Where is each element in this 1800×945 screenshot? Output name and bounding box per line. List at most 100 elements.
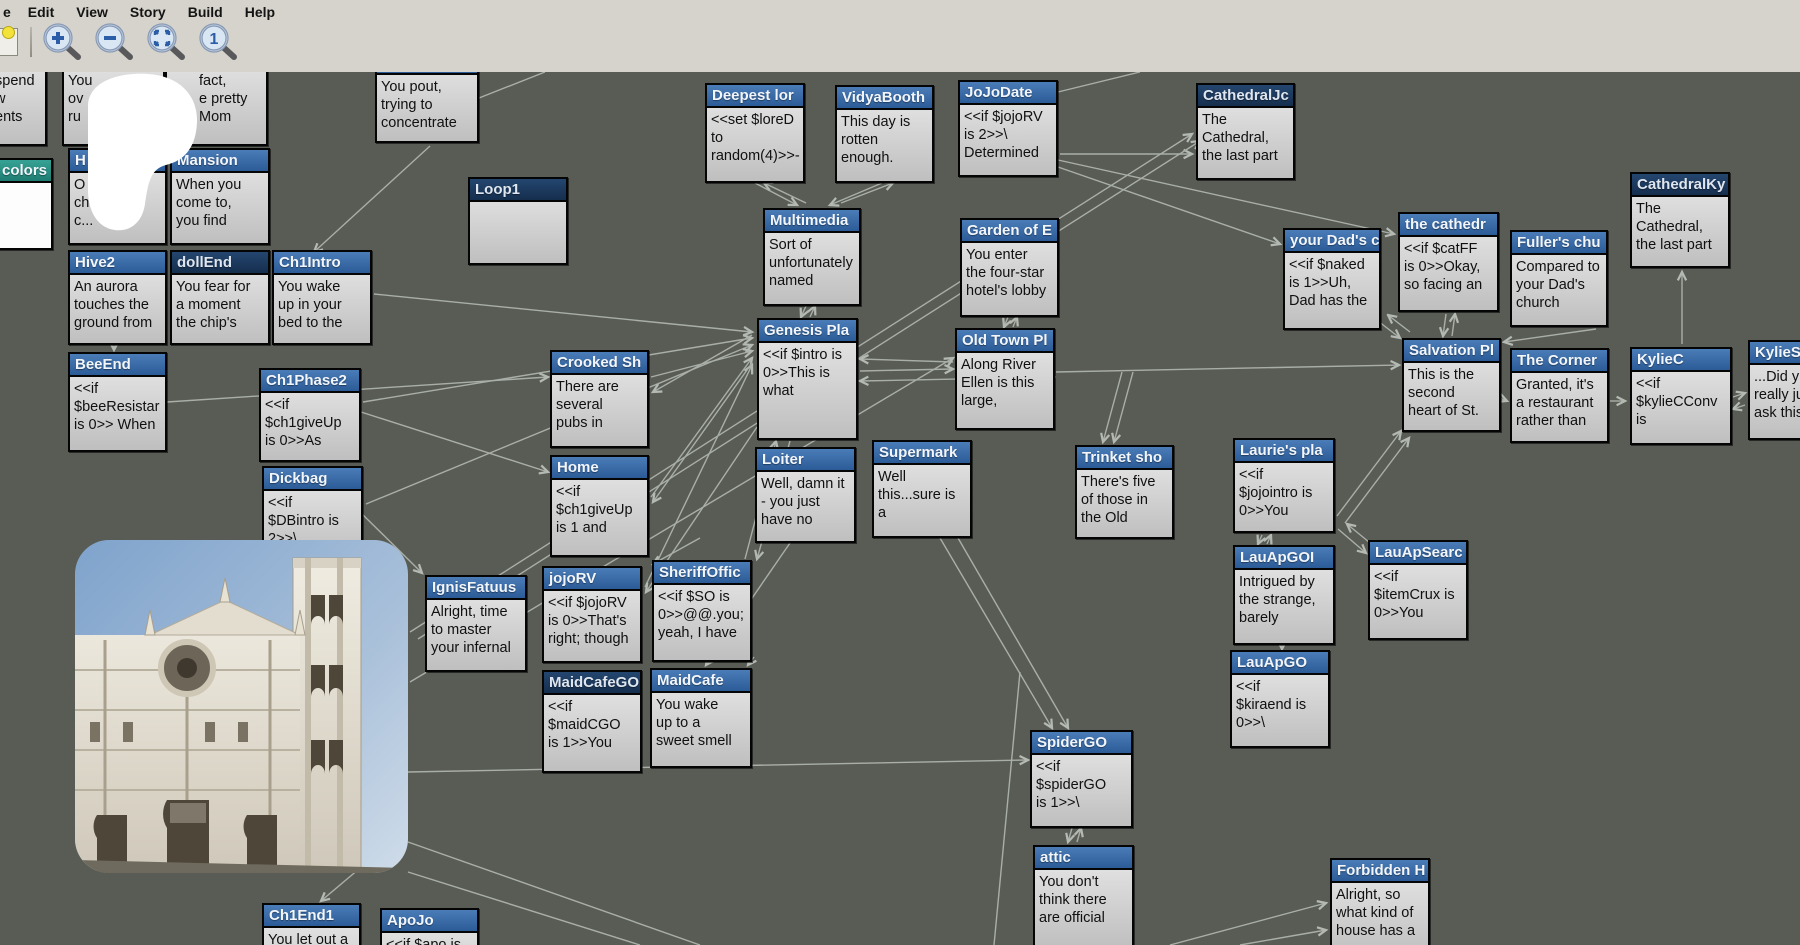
zoom-out-button[interactable] [94,22,138,62]
passage-excerpt: <<if $jojoRV is 0>>That's right; though [544,591,640,651]
menu-edit[interactable]: Edit [17,2,65,20]
passage-attic[interactable]: atticYou don't think there are official [1033,845,1134,945]
passage-genesis-pla[interactable]: Genesis Pla<<if $intro is 0>>This is wha… [757,318,858,440]
passage-untitled[interactable]: spend w ents [0,72,47,146]
passage-maidcafe[interactable]: MaidCafeYou wake up to a sweet smell [650,668,752,768]
passage-excerpt: spend w ents [0,72,45,129]
menu-story[interactable]: Story [119,2,177,20]
passage-the-corner[interactable]: The CornerGranted, it's a restaurant rat… [1510,348,1609,443]
passage-excerpt: You ov ru [64,72,163,129]
passage-excerpt: O ch c... [70,173,165,233]
passage-lauapgoi[interactable]: LauApGOIIntrigued by the strange, barely [1233,545,1335,645]
passage-spidergo[interactable]: SpiderGO<<if $spiderGO is 1>>\ [1030,730,1133,828]
passage-garden-of-e[interactable]: Garden of EYou enter the four-star hotel… [960,218,1059,317]
menu-build[interactable]: Build [177,2,234,20]
passage-vidyabooth[interactable]: VidyaBoothThis day is rotten enough. [835,85,934,183]
passage-excerpt: <<if $ch1giveUp is 0>>As [261,393,359,453]
passage-title: BeeEnd [70,354,165,377]
passage-excerpt: <<set $loreD to random(4)>>- [707,108,803,168]
passage-lauapgo[interactable]: LauApGO<<if $kiraend is 0>>\ [1230,650,1330,748]
passage-home[interactable]: Home<<if $ch1giveUp is 1 and [550,455,649,557]
passage-title: IgnisFatuus [427,577,525,600]
passage-deepest-lor[interactable]: Deepest lor<<set $loreD to random(4)>>- [705,83,805,183]
passage-h[interactable]: HO ch c... [68,148,167,245]
passage-crooked-sh[interactable]: Crooked ShThere are several pubs in [550,350,649,448]
passage-link-arrow [1733,405,1745,409]
passage-link-arrow [1338,529,1366,553]
passage-maidcafego[interactable]: MaidCafeGO<<if $maidCGO is 1>>You [542,670,642,773]
passage-title: Deepest lor [707,85,803,108]
passage-ch1intro[interactable]: Ch1IntroYou wake up in your bed to the [272,250,372,345]
passage-title: ApoJo [382,910,477,933]
passage-excerpt: This day is rotten enough. [837,110,932,170]
passage-jojorv[interactable]: jojoRV<<if $jojoRV is 0>>That's right; t… [542,566,642,663]
passage-excerpt: fact, e pretty Mom [167,72,266,129]
passage-excerpt: Granted, it's a restaurant rather than [1512,373,1607,433]
passage-apojo[interactable]: ApoJo<<if $apo is [380,908,479,945]
passage-link-arrow [1733,393,1745,397]
passage-excerpt: You let out a [264,928,359,945]
passage-link-arrow [1258,535,1262,544]
menu-help[interactable]: Help [234,2,286,20]
passage-jojodate[interactable]: JoJoDate<<if $jojoRV is 2>>\ Determined [958,80,1058,177]
zoom-fit-button[interactable] [146,22,190,62]
zoom-original-button[interactable]: 1 [198,22,242,62]
passage-title: Salvation Pl [1404,340,1499,363]
passage-title: Loiter [757,449,854,472]
passage-title: Crooked Sh [552,352,647,375]
passage-link-arrow [1378,321,1400,338]
passage-link-arrow [1345,438,1409,523]
passage-hive2[interactable]: Hive2An aurora touches the ground from [68,250,167,345]
passage-laurie-s-pla[interactable]: Laurie's pla<<if $jojointro is 0>>You [1233,438,1335,533]
menu-e[interactable]: e [0,2,17,20]
passage-loop1[interactable]: Loop1 [468,177,568,265]
window-chrome: eEditViewStoryBuildHelp 1 [0,0,1800,72]
passage-fuller-s-chu[interactable]: Fuller's chuCompared to your Dad's churc… [1510,230,1608,327]
passage-untitled[interactable]: You pout, trying to concentrate [375,72,479,143]
passage-title: Old Town Pl [957,330,1053,353]
passage-your-dad-s-c[interactable]: your Dad's c<<if $naked is 1>>Uh, Dad ha… [1283,228,1381,330]
passage-kyliec[interactable]: KylieC<<if $kylieCConv is [1630,347,1732,445]
passage-supermark[interactable]: SupermarkWell this...sure is a [872,440,972,538]
passage-title: Loop1 [470,179,566,202]
passage-excerpt: When you come to, you find [172,173,268,233]
passage-title: colors [0,160,51,183]
menu-view[interactable]: View [65,2,119,20]
passage-loiter[interactable]: LoiterWell, damn it - you just have no [755,447,856,543]
passage-title: dollEnd [172,252,268,275]
passage-title: SheriffOffic [654,562,750,585]
passage-link-arrow [645,365,752,587]
passage-ignisfatuus[interactable]: IgnisFatuusAlright, time to master your … [425,575,527,672]
passage-forbidden-h[interactable]: Forbidden HAlright, so what kind of hous… [1330,858,1430,945]
passage-cathedralky[interactable]: CathedralKyThe Cathedral, the last part [1630,172,1730,268]
passage-trinket-sho[interactable]: Trinket shoThere's five of those in the … [1075,445,1174,539]
passage-excerpt: <<if $catFF is 0>>Okay, so facing an [1400,237,1497,297]
passage-ch1end1[interactable]: Ch1End1You let out a [262,903,361,945]
passage-beeend[interactable]: BeeEnd<<if $beeResistar is 0>> When [68,352,167,452]
passage-old-town-pl[interactable]: Old Town PlAlong River Ellen is this lar… [955,328,1055,430]
passage-cathedraljc[interactable]: CathedralJcThe Cathedral, the last part [1196,83,1295,180]
story-map-canvas[interactable]: spend w ents colors You ov rufact, e prett… [0,72,1800,945]
new-passage-icon[interactable] [0,28,18,56]
passage-lauapsearc[interactable]: LauApSearc<<if $itemCrux is 0>>You [1368,540,1468,640]
passage-colors[interactable]: colors [0,158,53,250]
passage-mansion[interactable]: MansionWhen you come to, you find [170,148,270,245]
passage-the-cathedr[interactable]: the cathedr<<if $catFF is 0>>Okay, so fa… [1398,212,1499,312]
passage-excerpt: <<if $SO is 0>>@@.you; yeah, I have [654,585,750,645]
passage-multimedia[interactable]: MultimediaSort of unfortunately named [763,208,861,306]
passage-title: Ch1End1 [264,905,359,928]
passage-kylies[interactable]: KylieS...Did y really ju ask this [1748,340,1800,440]
passage-untitled[interactable]: fact, e pretty Mom [165,72,268,146]
zoom-in-button[interactable] [42,22,86,62]
passage-untitled[interactable]: You ov ru [62,72,165,146]
passage-excerpt: Alright, time to master your infernal [427,600,525,660]
passage-excerpt: <<if $jojointro is 0>>You [1235,463,1333,523]
passage-link-arrow [479,72,545,98]
passage-sheriffoffic[interactable]: SheriffOffic<<if $SO is 0>>@@.you; yeah,… [652,560,752,662]
passage-excerpt: <<if $kylieCConv is [1632,372,1730,432]
twine-story-map-window: { "window": { "menus": ["e", "Edit", "Vi… [0,0,1800,945]
passage-excerpt: <<if $maidCGO is 1>>You [544,695,640,755]
passage-ch1phase2[interactable]: Ch1Phase2<<if $ch1giveUp is 0>>As [259,368,361,462]
passage-dollend[interactable]: dollEndYou fear for a moment the chip's [170,250,270,345]
passage-salvation-pl[interactable]: Salvation PlThis is the second heart of … [1402,338,1501,432]
